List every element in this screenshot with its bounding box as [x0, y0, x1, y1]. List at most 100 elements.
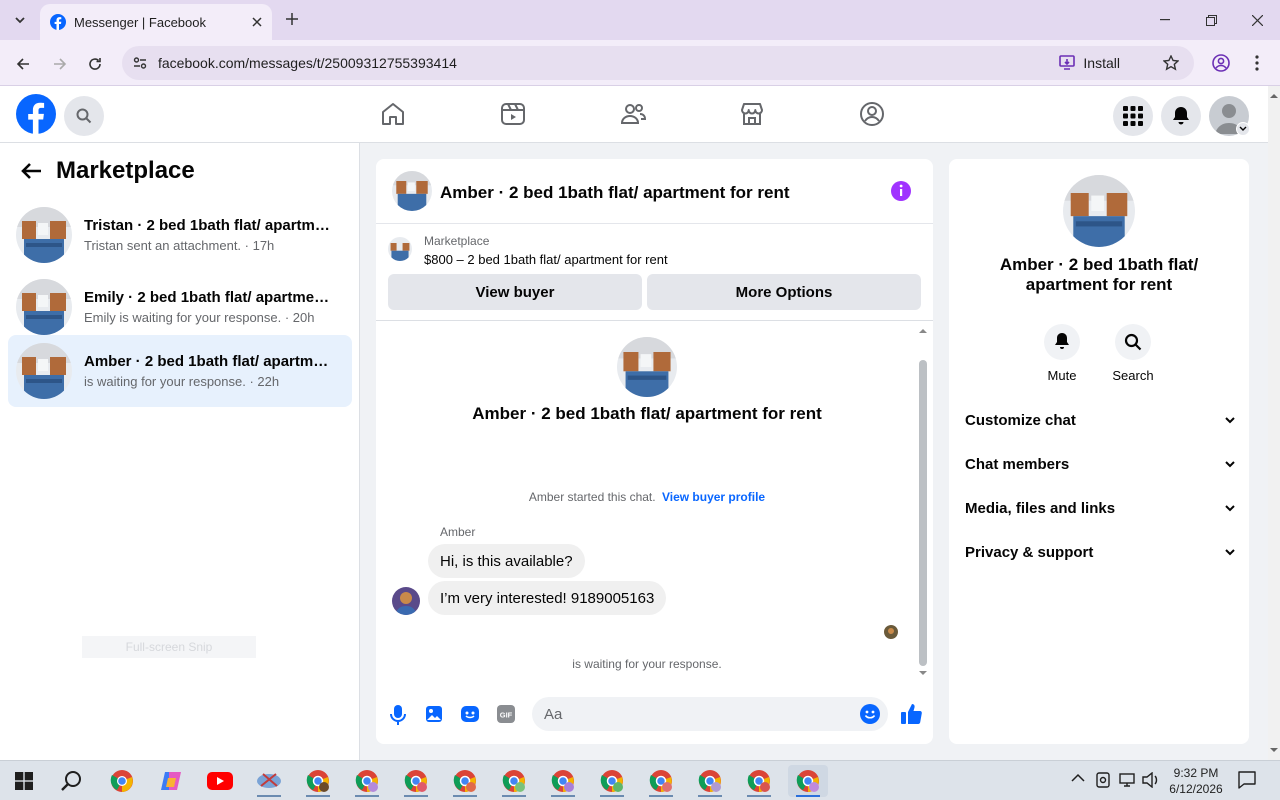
network-icon[interactable] [1119, 772, 1137, 788]
install-button[interactable]: Install [1059, 53, 1120, 73]
facebook-favicon-icon [50, 14, 66, 30]
conversation-item-selected[interactable]: Amber · 2 bed 1bath flat/ apartme... is … [8, 335, 352, 407]
window-close-icon[interactable] [1247, 10, 1267, 30]
search-button[interactable] [64, 96, 104, 136]
privacy-support-section[interactable]: Privacy & support [965, 530, 1235, 574]
conversation-preview: Emily is waiting for your response. · 20… [84, 310, 315, 325]
back-icon[interactable] [12, 53, 34, 75]
photo-icon[interactable] [425, 705, 443, 723]
chrome-profile-icon[interactable] [396, 765, 436, 797]
facebook-logo-icon[interactable] [16, 94, 56, 134]
site-settings-icon[interactable] [132, 55, 148, 71]
info-avatar[interactable] [1063, 175, 1135, 247]
gaming-icon[interactable] [858, 100, 886, 128]
emoji-icon[interactable] [860, 704, 880, 724]
message-bubble[interactable]: I’m very interested! 9189005163 [428, 581, 667, 615]
browser-menu-icon[interactable] [1248, 52, 1266, 74]
search-icon [76, 108, 92, 124]
chat-title: Amber · 2 bed 1bath flat/ apartment for … [440, 183, 790, 202]
chrome-icon[interactable] [102, 765, 142, 797]
chrome-active-window-icon[interactable] [788, 765, 828, 797]
minimize-icon[interactable] [1155, 10, 1175, 30]
start-windows-icon[interactable] [4, 765, 44, 797]
listing-thumbnail [16, 207, 72, 263]
chrome-profile-icon[interactable] [641, 765, 681, 797]
sticker-icon[interactable] [460, 705, 480, 723]
started-text: Amber started this chat. [528, 490, 656, 504]
home-icon[interactable] [379, 100, 407, 128]
chrome-profile-icon[interactable] [347, 765, 387, 797]
view-buyer-profile-link[interactable]: View buyer profile [662, 490, 765, 504]
tab-close-icon[interactable] [252, 17, 262, 27]
reload-icon[interactable] [84, 53, 106, 75]
browser-tab-messenger[interactable]: Messenger | Facebook [40, 4, 272, 40]
bookmark-star-icon[interactable] [1162, 54, 1180, 72]
chat-members-section[interactable]: Chat members [965, 442, 1235, 486]
grid-menu-icon [1123, 106, 1143, 126]
view-buyer-button[interactable]: View buyer [388, 274, 642, 310]
copilot-icon[interactable] [151, 765, 191, 797]
account-chevron-icon[interactable] [1236, 122, 1250, 136]
seen-avatar [884, 625, 898, 639]
friends-icon[interactable] [619, 100, 647, 128]
profile-icon[interactable] [1210, 52, 1232, 74]
marketplace-header: Marketplace [20, 157, 195, 185]
youtube-icon[interactable] [200, 765, 240, 797]
page-scrollbar[interactable] [1268, 86, 1280, 760]
address-bar[interactable]: facebook.com/messages/t/2500931275539341… [122, 46, 1194, 80]
chat-scrollbar[interactable] [917, 324, 929, 679]
meet-now-icon[interactable] [1096, 772, 1110, 788]
customize-chat-section[interactable]: Customize chat [965, 398, 1235, 442]
conversation-item[interactable]: Emily · 2 bed 1bath flat/ apartmen... Em… [8, 271, 352, 343]
chrome-profile-icon[interactable] [543, 765, 583, 797]
mute-button[interactable]: Mute [1032, 324, 1092, 383]
chat-pane: Amber · 2 bed 1bath flat/ apartment for … [376, 159, 933, 744]
sender-name: Amber [440, 525, 476, 539]
new-tab-icon[interactable] [282, 9, 302, 29]
chrome-profile-icon[interactable] [445, 765, 485, 797]
chat-avatar[interactable] [392, 171, 432, 211]
menu-button[interactable] [1113, 96, 1153, 136]
conversation-item[interactable]: Tristan · 2 bed 1bath flat/ apartme... T… [8, 199, 352, 271]
media-files-links-section[interactable]: Media, files and links [965, 486, 1235, 530]
info-icon[interactable] [890, 180, 912, 202]
microphone-icon[interactable] [390, 705, 406, 725]
message-bubble[interactable]: Hi, is this available? [428, 544, 585, 578]
message-input-placeholder: Aa [544, 706, 563, 723]
message-input[interactable]: Aa [532, 697, 888, 731]
restore-icon[interactable] [1201, 10, 1221, 30]
notification-center-icon[interactable] [1238, 771, 1256, 789]
more-options-button[interactable]: More Options [647, 274, 921, 310]
chrome-profile-icon[interactable] [298, 765, 338, 797]
marketplace-icon[interactable] [738, 100, 766, 128]
volume-icon[interactable] [1142, 772, 1160, 788]
conversation-list-pane: Marketplace Tristan · 2 bed 1bath flat/ … [0, 143, 360, 760]
snipping-tool-icon[interactable] [249, 765, 289, 797]
windows-taskbar: 9:32 PM 6/12/2026 [0, 760, 1280, 800]
video-icon[interactable] [499, 100, 527, 128]
install-icon [1059, 55, 1077, 71]
sender-avatar[interactable] [392, 587, 420, 615]
like-thumb-icon[interactable] [900, 703, 922, 725]
svg-text:GIF: GIF [500, 711, 513, 720]
marketplace-listing-banner: Marketplace $800 – 2 bed 1bath flat/ apa… [376, 224, 933, 321]
chrome-profile-icon[interactable] [690, 765, 730, 797]
chrome-profile-icon[interactable] [739, 765, 779, 797]
info-title: Amber · 2 bed 1bath flat/ apartment for … [999, 255, 1199, 294]
chrome-profile-icon[interactable] [494, 765, 534, 797]
section-label: Chat members [965, 455, 1070, 473]
notifications-button[interactable] [1161, 96, 1201, 136]
search-taskbar-icon[interactable] [52, 765, 92, 797]
search-in-chat-button[interactable]: Search [1103, 324, 1163, 383]
browser-tab-strip: Messenger | Facebook [0, 0, 1280, 40]
forward-icon[interactable] [49, 53, 71, 75]
chevron-up-icon[interactable] [1071, 773, 1085, 783]
chrome-profile-icon[interactable] [592, 765, 632, 797]
conversation-name: Tristan · 2 bed 1bath flat/ apartme... [84, 217, 334, 234]
gif-icon[interactable]: GIF [497, 705, 515, 723]
section-label: Customize chat [965, 411, 1076, 429]
back-arrow-icon[interactable] [20, 162, 42, 180]
tab-search-icon[interactable] [8, 8, 32, 32]
clock[interactable]: 9:32 PM 6/12/2026 [1166, 765, 1226, 797]
section-label: Media, files and links [965, 499, 1116, 517]
